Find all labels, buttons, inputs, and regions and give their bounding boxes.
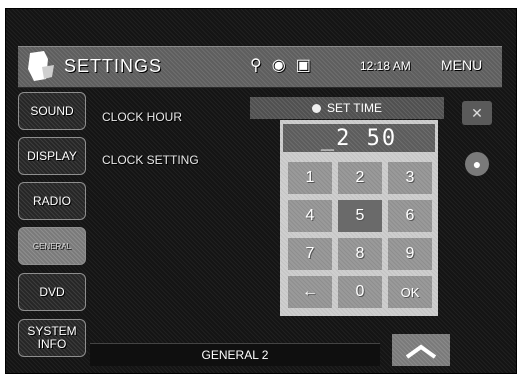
key-1[interactable]: 1 — [288, 162, 332, 194]
key-4[interactable]: 4 — [288, 200, 332, 232]
chevron-up-icon — [405, 344, 437, 359]
scroll-up-button[interactable] — [392, 334, 450, 366]
key-3[interactable]: 3 — [388, 162, 432, 194]
settings-logo-icon — [28, 51, 54, 81]
key-7[interactable]: 7 — [288, 238, 332, 270]
info-icon: ● — [472, 156, 482, 172]
gear-icon — [312, 103, 322, 113]
info-button[interactable]: ● — [465, 152, 489, 176]
page-indicator-bar: GENERAL 2 — [90, 343, 380, 366]
backspace-key[interactable]: ← — [288, 276, 332, 308]
sidebar-item-general[interactable]: GENERAL — [18, 227, 86, 265]
close-icon: ✕ — [471, 104, 483, 121]
device-icon: ▣ — [295, 57, 311, 74]
disc-icon: ◉ — [271, 57, 286, 74]
set-time-bar[interactable]: SET TIME — [250, 97, 444, 119]
usb-icon: ⚲ — [250, 57, 262, 74]
sidebar-item-system-info[interactable]: SYSTEM INFO — [18, 319, 86, 357]
sidebar-item-radio[interactable]: RADIO — [18, 182, 86, 220]
menu-button[interactable]: MENU — [441, 57, 482, 73]
sidebar-item-sound[interactable]: SOUND — [18, 92, 86, 130]
key-5[interactable]: 5 — [338, 200, 382, 232]
time-display: _2 50 — [283, 124, 435, 152]
page-title: SETTINGS — [64, 56, 163, 76]
key-0[interactable]: 0 — [338, 276, 382, 308]
status-icons: ⚲ ◉ ▣ — [250, 55, 311, 75]
clock-time: 12:18 AM — [360, 59, 411, 73]
sidebar-item-display[interactable]: DISPLAY — [18, 137, 86, 175]
set-time-label: SET TIME — [327, 101, 382, 115]
close-button[interactable]: ✕ — [462, 101, 492, 125]
key-2[interactable]: 2 — [338, 162, 382, 194]
sidebar-item-dvd[interactable]: DVD — [18, 273, 86, 311]
clock-hour-label[interactable]: CLOCK HOUR — [102, 110, 182, 124]
ok-key[interactable]: OK — [388, 276, 432, 308]
key-6[interactable]: 6 — [388, 200, 432, 232]
page-indicator-label: GENERAL 2 — [201, 348, 269, 362]
key-9[interactable]: 9 — [388, 238, 432, 270]
header-bar: SETTINGS ⚲ ◉ ▣ 12:18 AM MENU — [18, 46, 502, 88]
key-8[interactable]: 8 — [338, 238, 382, 270]
clock-setting-label[interactable]: CLOCK SETTING — [102, 153, 199, 167]
